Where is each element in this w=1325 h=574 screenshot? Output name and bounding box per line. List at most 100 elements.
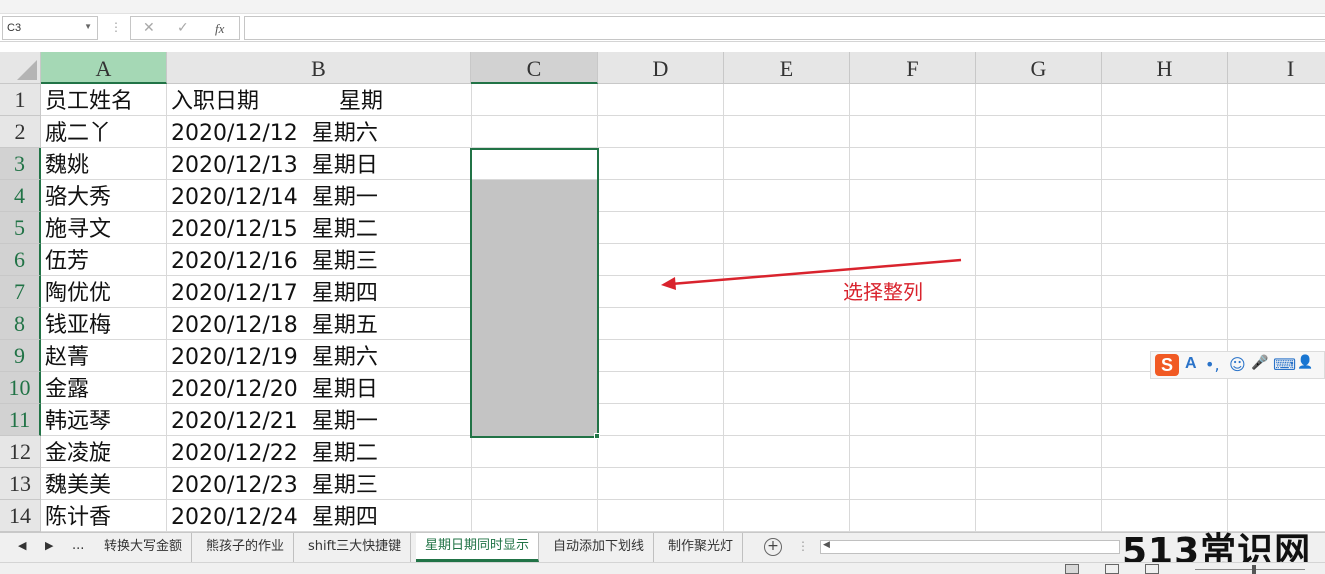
row-header[interactable]: 14 — [0, 500, 41, 532]
user-icon[interactable]: 👤 — [1297, 355, 1313, 370]
week-text: 星期日 — [311, 377, 378, 402]
cell-date-week[interactable]: 2020/12/22 星期二 — [171, 438, 471, 470]
more-options-icon[interactable]: ⋮ — [110, 20, 122, 34]
cell-name[interactable]: 钱亚梅 — [45, 310, 165, 342]
cell-date-week[interactable]: 2020/12/14 星期一 — [171, 182, 471, 214]
date-text: 2020/12/14 — [171, 185, 298, 210]
sogou-logo-icon[interactable]: S — [1155, 354, 1179, 376]
cancel-icon[interactable]: ✕ — [143, 20, 155, 36]
row-header[interactable]: 4 — [0, 180, 41, 212]
column-header-c[interactable]: C — [471, 52, 598, 84]
add-sheet-icon[interactable]: + — [764, 538, 782, 556]
sheet-tab[interactable]: 熊孩子的作业 — [197, 533, 295, 562]
tab-more-icon[interactable]: ... — [72, 538, 84, 553]
week-text: 星期一 — [311, 185, 378, 210]
row-header[interactable]: 12 — [0, 436, 41, 468]
row-header[interactable]: 1 — [0, 84, 41, 116]
cell-name[interactable]: 陈计香 — [45, 502, 165, 532]
name-box-value: C3 — [7, 22, 22, 34]
row-header[interactable]: 2 — [0, 116, 41, 148]
ime-toolbar[interactable]: S A •, ☺ 🎤 ⌨ 👤 — [1150, 351, 1325, 379]
week-text: 星期三 — [311, 249, 378, 274]
cell-name[interactable]: 金露 — [45, 374, 165, 406]
emoji-icon[interactable]: ☺ — [1229, 355, 1246, 374]
week-text: 星期三 — [311, 473, 378, 498]
keyboard-icon[interactable]: ⌨ — [1273, 355, 1296, 374]
formula-bar: C3 ▼ ⋮ ✕ ✓ fx — [0, 14, 1325, 42]
horizontal-scrollbar[interactable]: ◀ — [820, 540, 1120, 554]
cell-date-week[interactable]: 2020/12/19 星期六 — [171, 342, 471, 374]
column-header-h[interactable]: H — [1102, 52, 1228, 84]
microphone-icon[interactable]: 🎤 — [1251, 355, 1268, 371]
zoom-slider-knob[interactable] — [1252, 565, 1256, 574]
sheet-tab[interactable]: 制作聚光灯 — [659, 533, 744, 562]
gridline — [166, 84, 167, 532]
name-box[interactable]: C3 ▼ — [2, 16, 98, 40]
ime-mode-icon[interactable]: A — [1185, 355, 1197, 373]
sheet-tab-active[interactable]: 星期日期同时显示 — [416, 533, 540, 562]
sheet-tab[interactable]: 转换大写金额 — [95, 533, 193, 562]
sheet-tab[interactable]: shift三大快捷键 — [299, 533, 412, 562]
row-header[interactable]: 3 — [0, 148, 41, 180]
date-text: 2020/12/17 — [171, 281, 298, 306]
cell-name[interactable]: 魏美美 — [45, 470, 165, 502]
chevron-down-icon[interactable]: ▼ — [84, 22, 92, 31]
cell-b1[interactable]: 入职日期 星期 — [171, 86, 471, 118]
cell-date-week[interactable]: 2020/12/12 星期六 — [171, 118, 471, 150]
cell-date-week[interactable]: 2020/12/18 星期五 — [171, 310, 471, 342]
cell-date-week[interactable]: 2020/12/24 星期四 — [171, 502, 471, 532]
cell-name[interactable]: 韩远琴 — [45, 406, 165, 438]
row-header[interactable]: 7 — [0, 276, 41, 308]
column-header-e[interactable]: E — [724, 52, 850, 84]
cell-name[interactable]: 陶优优 — [45, 278, 165, 310]
page-layout-icon[interactable] — [1105, 564, 1119, 574]
row-header[interactable]: 10 — [0, 372, 41, 404]
normal-view-icon[interactable] — [1065, 564, 1079, 574]
cell-name[interactable]: 戚二丫 — [45, 118, 165, 150]
cell-date-week[interactable]: 2020/12/21 星期一 — [171, 406, 471, 438]
row-header[interactable]: 13 — [0, 468, 41, 500]
insert-function-icon[interactable]: fx — [215, 21, 224, 37]
tab-next-icon[interactable]: ▶ — [45, 539, 53, 552]
cell-date-week[interactable]: 2020/12/15 星期二 — [171, 214, 471, 246]
row-header[interactable]: 8 — [0, 308, 41, 340]
formula-input[interactable] — [244, 16, 1325, 40]
column-header-f[interactable]: F — [850, 52, 976, 84]
cell-name[interactable]: 金凌旋 — [45, 438, 165, 470]
sheet-tab[interactable]: 自动添加下划线 — [544, 533, 655, 562]
date-text: 2020/12/18 — [171, 313, 298, 338]
cell-date-week[interactable]: 2020/12/16 星期三 — [171, 246, 471, 278]
scroll-left-icon[interactable]: ◀ — [823, 540, 830, 550]
column-header-b[interactable]: B — [167, 52, 471, 84]
cell-date-week[interactable]: 2020/12/17 星期四 — [171, 278, 471, 310]
cell-name[interactable]: 施寻文 — [45, 214, 165, 246]
cell-date-week[interactable]: 2020/12/20 星期日 — [171, 374, 471, 406]
tab-splitter-icon[interactable]: ⋮ — [797, 539, 809, 553]
select-all-corner[interactable] — [0, 52, 41, 84]
cell-name[interactable]: 赵菁 — [45, 342, 165, 374]
punctuation-icon[interactable]: •, — [1205, 355, 1220, 374]
spreadsheet-grid[interactable]: A B C D E F G H I 1 2 3 4 5 6 7 8 9 10 1… — [0, 52, 1325, 532]
cell-name[interactable]: 魏姚 — [45, 150, 165, 182]
cell-date-week[interactable]: 2020/12/13 星期日 — [171, 150, 471, 182]
column-header-d[interactable]: D — [598, 52, 724, 84]
fill-handle[interactable] — [594, 433, 600, 439]
row-header[interactable]: 11 — [0, 404, 41, 436]
column-header-a[interactable]: A — [41, 52, 167, 84]
cell-date-week[interactable]: 2020/12/23 星期三 — [171, 470, 471, 502]
header-week-label: 星期 — [339, 89, 384, 114]
date-text: 2020/12/12 — [171, 121, 298, 146]
page-break-icon[interactable] — [1145, 564, 1159, 574]
zoom-slider[interactable] — [1195, 569, 1305, 570]
row-header[interactable]: 9 — [0, 340, 41, 372]
cell-name[interactable]: 伍芳 — [45, 246, 165, 278]
column-header-g[interactable]: G — [976, 52, 1102, 84]
cell-name[interactable]: 骆大秀 — [45, 182, 165, 214]
selected-range-border[interactable] — [470, 148, 599, 438]
row-header[interactable]: 6 — [0, 244, 41, 276]
tab-prev-icon[interactable]: ◀ — [18, 539, 26, 552]
cell-a1[interactable]: 员工姓名 — [45, 86, 165, 118]
column-header-i[interactable]: I — [1228, 52, 1325, 84]
confirm-icon[interactable]: ✓ — [177, 20, 189, 36]
row-header[interactable]: 5 — [0, 212, 41, 244]
